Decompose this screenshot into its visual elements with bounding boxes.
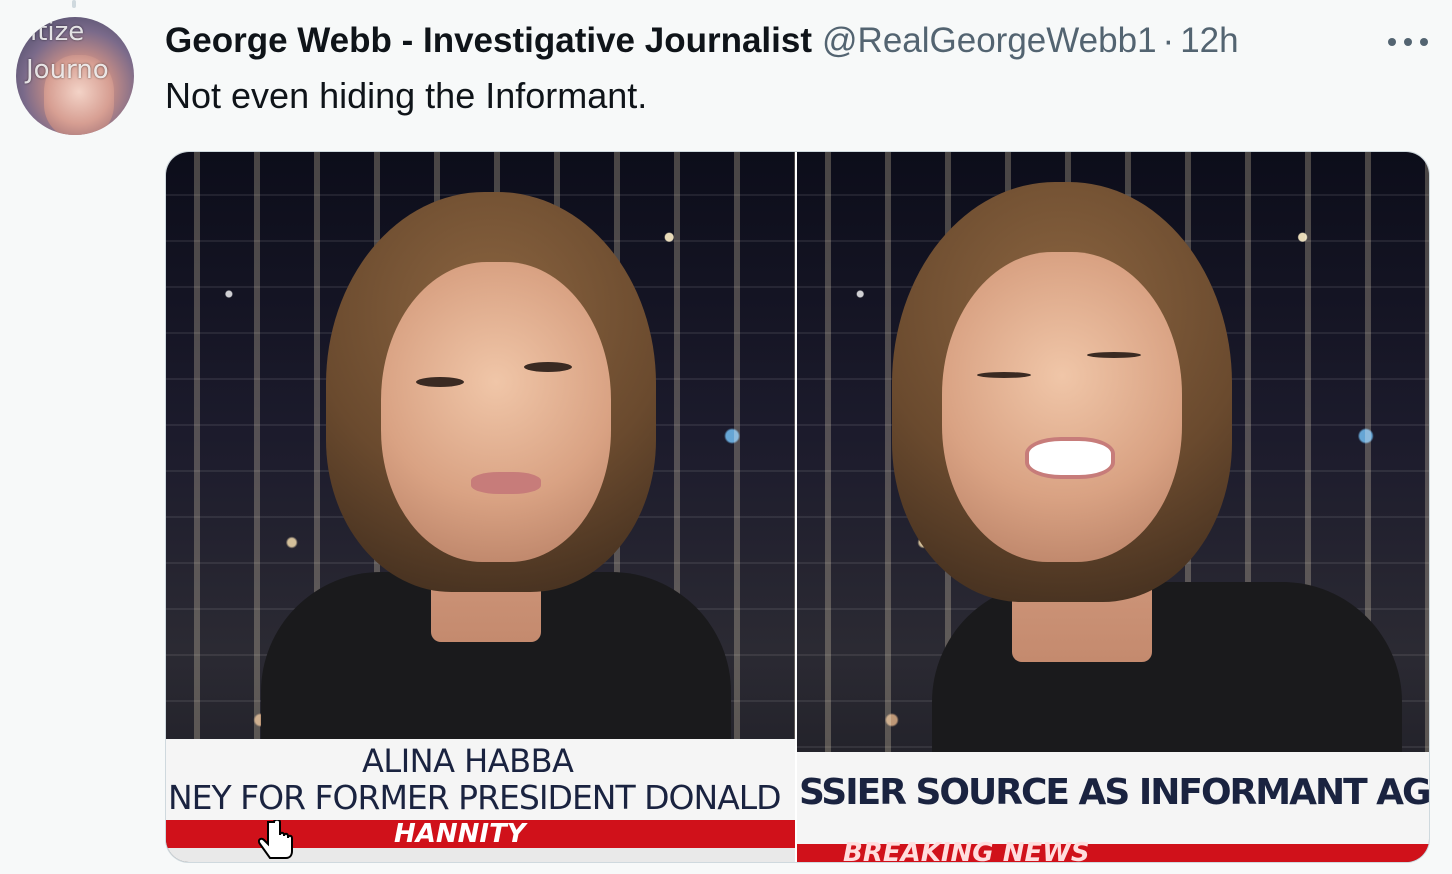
tweet-text: Not even hiding the Informant.	[165, 75, 648, 116]
chyron-headline: SSIER SOURCE AS INFORMANT AGAINST TR	[799, 772, 1429, 813]
author-name[interactable]: George Webb - Investigative Journalist	[165, 20, 812, 62]
more-options-icon[interactable]	[1384, 24, 1432, 60]
show-label: HANNITY	[394, 819, 526, 849]
face	[381, 262, 611, 562]
media-photo-right[interactable]: SSIER SOURCE AS INFORMANT AGAINST TR BRE…	[797, 152, 1429, 862]
avatar-text-bottom: Journo	[26, 55, 109, 85]
smile	[1025, 437, 1115, 479]
more-dot	[1404, 38, 1412, 46]
chyron-guest-title: NEY FOR FORMER PRESIDENT DONALD	[168, 778, 782, 817]
media-photo-left[interactable]: ALINA HABBA NEY FOR FORMER PRESIDENT DON…	[166, 152, 795, 862]
breaking-news-label: BREAKING NEWS	[843, 838, 1090, 862]
left-eye-closed	[977, 372, 1031, 378]
header-separator: ·	[1162, 21, 1175, 60]
face	[942, 252, 1182, 562]
more-dot	[1420, 38, 1428, 46]
right-eye-closed	[1087, 352, 1141, 358]
tweet-header: George Webb - Investigative Journalist @…	[165, 20, 1239, 62]
right-eye	[524, 362, 572, 372]
tweet-media-grid: ALINA HABBA NEY FOR FORMER PRESIDENT DON…	[165, 151, 1430, 863]
tweet-timestamp[interactable]: 12h	[1180, 20, 1238, 62]
author-avatar[interactable]: itize Journo	[16, 17, 134, 135]
chyron-guest-name: ALINA HABBA	[362, 742, 574, 780]
hand-cursor-icon	[258, 820, 293, 859]
mouth	[471, 472, 541, 494]
avatar-text-top: itize	[30, 17, 85, 47]
more-dot	[1388, 38, 1396, 46]
author-handle[interactable]: @RealGeorgeWebb1	[822, 20, 1157, 62]
thread-connector-line	[72, 0, 76, 8]
left-eye	[416, 377, 464, 387]
